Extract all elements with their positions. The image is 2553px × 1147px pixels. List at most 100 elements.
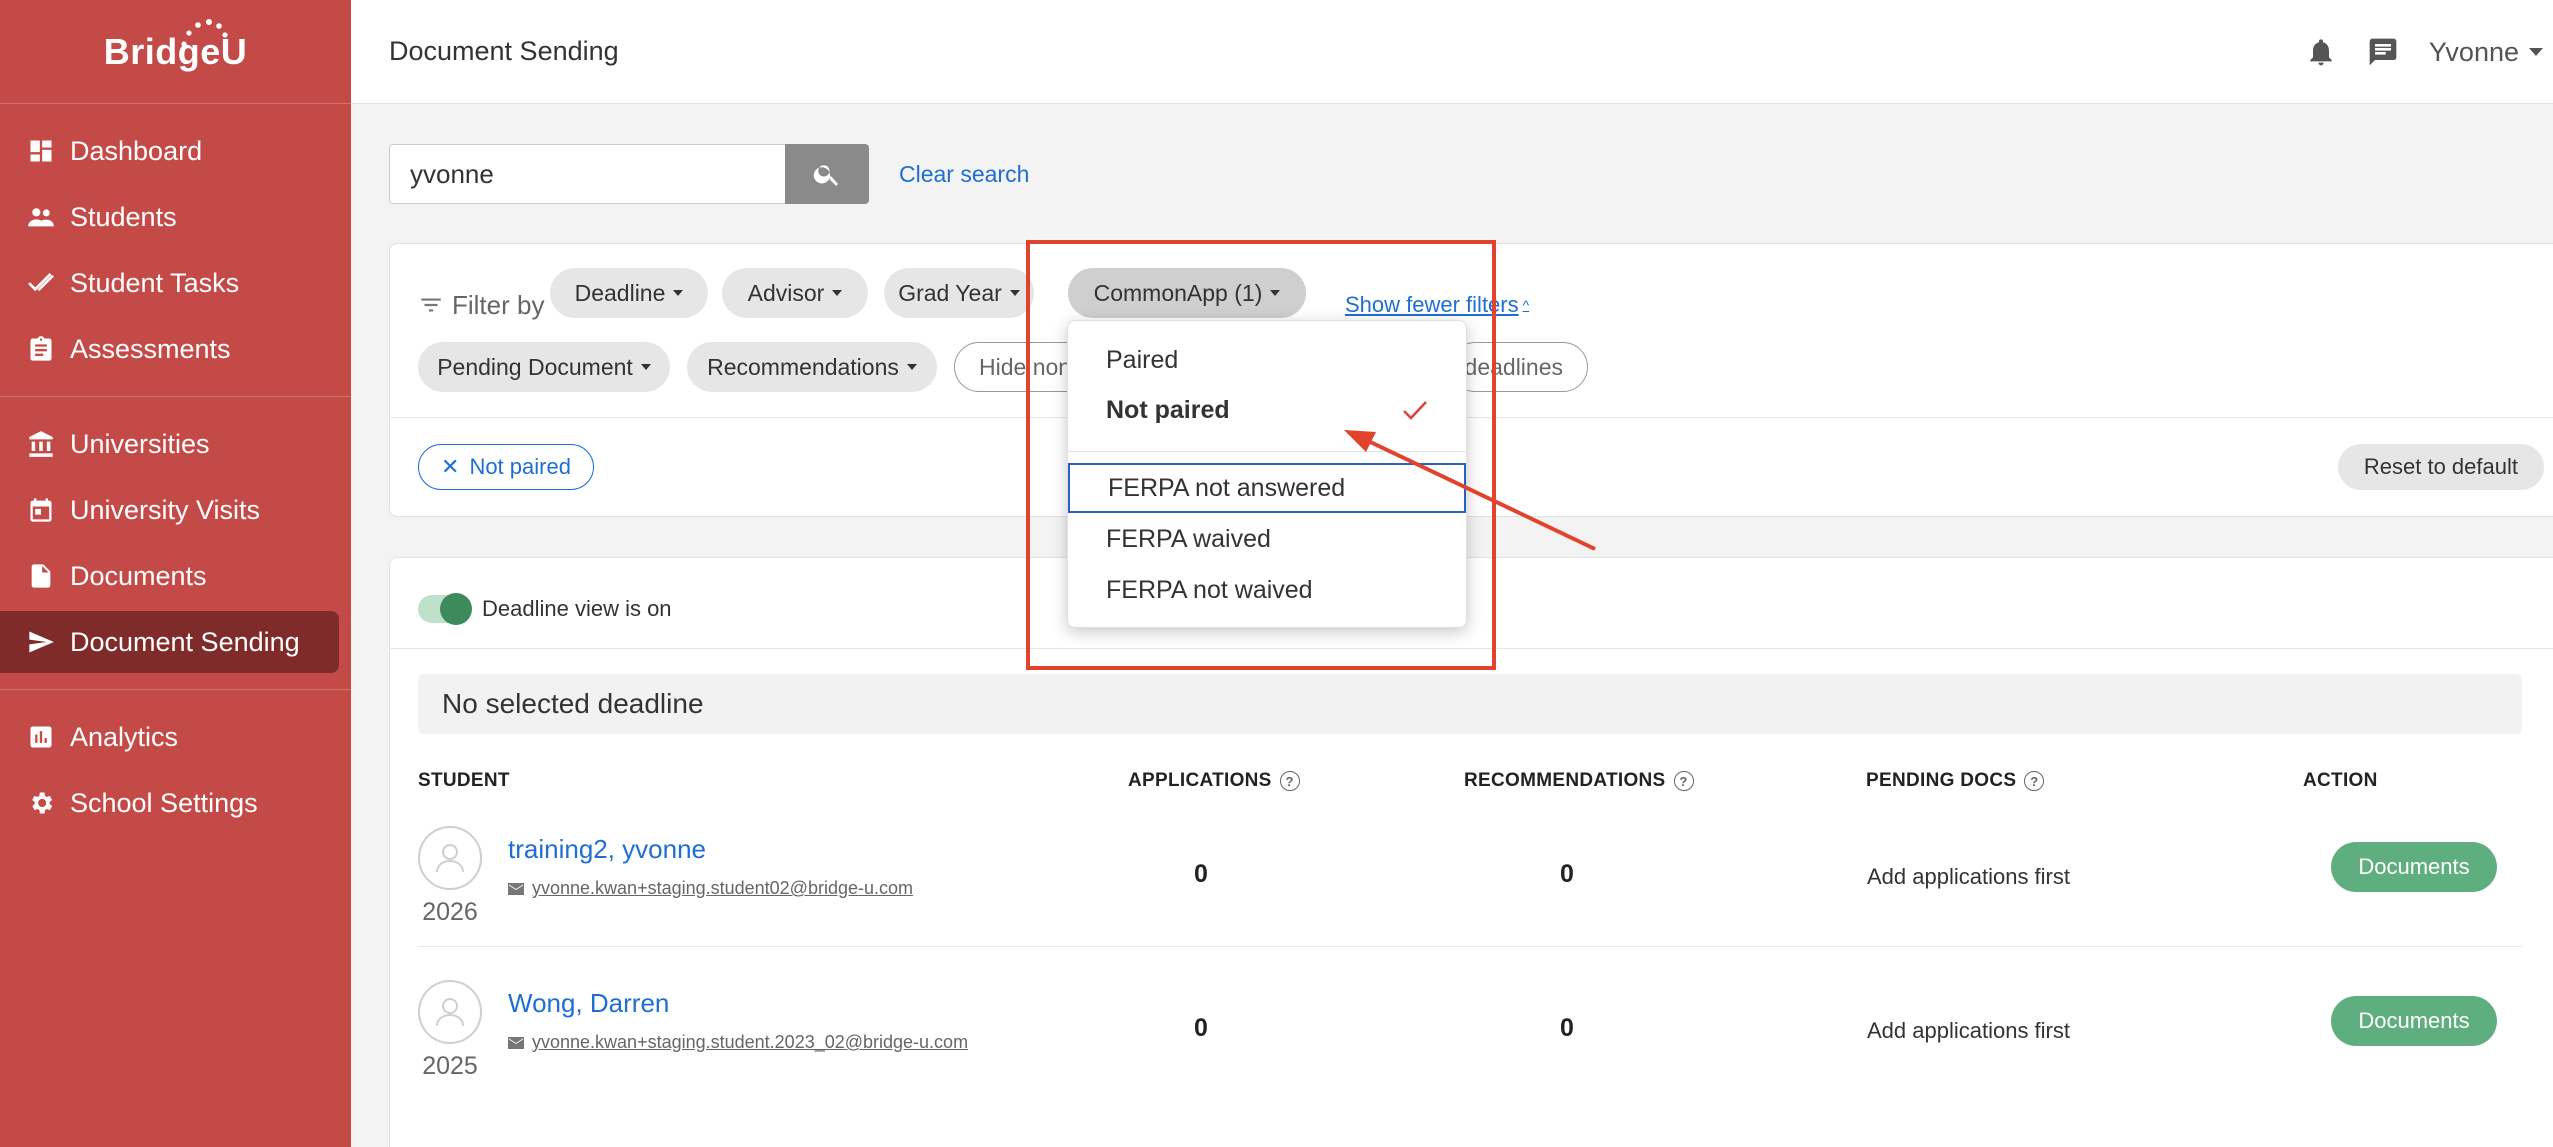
filter-chip-pending-document[interactable]: Pending Document [418, 342, 670, 392]
sidebar-item-universities[interactable]: Universities [0, 413, 339, 475]
send-icon [26, 627, 56, 657]
chip-label: Pending Document [437, 353, 633, 380]
dashboard-icon [26, 136, 56, 166]
sidebar-item-label: Analytics [70, 721, 179, 752]
grad-year: 2026 [422, 898, 478, 926]
document-icon [26, 561, 56, 591]
applications-count: 0 [1194, 860, 1208, 888]
sidebar-item-label: University Visits [70, 494, 261, 525]
active-filter-label: Not paired [469, 454, 571, 479]
annotation-highlight-box [1026, 240, 1496, 670]
sidebar-item-label: Students [70, 201, 177, 232]
help-icon[interactable]: ? [1279, 771, 1300, 791]
sidebar-item-assessments[interactable]: Assessments [0, 318, 339, 380]
student-name-link[interactable]: training2, yvonne [508, 834, 706, 865]
user-menu[interactable]: Yvonne [2429, 37, 2543, 68]
user-silhouette-icon [436, 844, 464, 873]
search-input[interactable] [389, 144, 785, 204]
close-icon[interactable]: ✕ [441, 454, 459, 480]
filter-label: Filter by [418, 280, 544, 330]
sidebar-item-label: Dashboard [70, 135, 203, 166]
sidebar-item-label: Document Sending [70, 626, 300, 657]
deadline-bar: No selected deadline [418, 674, 2522, 734]
help-icon[interactable]: ? [2024, 771, 2045, 791]
bell-icon[interactable] [2305, 36, 2337, 68]
filter-chip-grad-year[interactable]: Grad Year [884, 268, 1034, 318]
deadline-view-toggle[interactable] [418, 593, 472, 625]
sidebar-item-label: School Settings [70, 787, 258, 818]
reset-to-default-button[interactable]: Reset to default [2337, 444, 2544, 490]
sidebar-item-university-visits[interactable]: University Visits [0, 479, 339, 541]
calendar-icon [26, 495, 56, 525]
student-name-link[interactable]: Wong, Darren [508, 988, 669, 1019]
search-icon [813, 165, 838, 186]
column-header-applications: APPLICATIONS? [1128, 764, 1300, 798]
sidebar-item-document-sending[interactable]: Document Sending [0, 611, 339, 673]
sidebar-item-dashboard[interactable]: Dashboard [0, 120, 339, 182]
documents-button[interactable]: Documents [2331, 842, 2497, 892]
pending-docs-text: Add applications first [1867, 1018, 2070, 1043]
recommendations-count: 0 [1560, 860, 1574, 888]
chip-label: Grad Year [898, 279, 1002, 306]
gear-icon [26, 788, 56, 818]
caret-down-icon [906, 364, 917, 370]
message-icon[interactable] [2367, 36, 2399, 68]
search-button[interactable] [785, 144, 869, 204]
double-check-icon [26, 268, 56, 298]
sidebar-item-students[interactable]: Students [0, 186, 339, 248]
caret-down-icon [832, 290, 843, 296]
row-divider [418, 946, 2522, 947]
filter-chip-recommendations[interactable]: Recommendations [687, 342, 937, 392]
column-header-pending-docs: PENDING DOCS? [1866, 764, 2045, 798]
sidebar-item-analytics[interactable]: Analytics [0, 706, 339, 768]
column-header-label: PENDING DOCS [1866, 770, 2017, 791]
active-filter-chip[interactable]: ✕ Not paired [418, 444, 594, 490]
chip-label: Deadline [574, 279, 666, 306]
nav-group-settings: Analytics School Settings [0, 690, 351, 850]
user-silhouette-icon [436, 998, 464, 1027]
sidebar-item-school-settings[interactable]: School Settings [0, 772, 339, 834]
bar-chart-icon [26, 722, 56, 752]
page-title: Document Sending [389, 36, 619, 66]
column-header-label: STUDENT [418, 770, 510, 791]
filter-chip-advisor[interactable]: Advisor [722, 268, 868, 318]
logo[interactable]: BridgeU [0, 0, 351, 104]
column-header-recommendations: RECOMMENDATIONS? [1464, 764, 1694, 798]
student-email[interactable]: yvonne.kwan+staging.student02@bridge-u.c… [508, 878, 913, 899]
sidebar-item-student-tasks[interactable]: Student Tasks [0, 252, 339, 314]
chip-label: Recommendations [707, 353, 899, 380]
table-row: 2025 Wong, Darren yvonne.kwan+staging.st… [418, 966, 2522, 1120]
applications-count: 0 [1194, 1014, 1208, 1042]
email-text: yvonne.kwan+staging.student02@bridge-u.c… [532, 878, 914, 898]
column-header-student: STUDENT [418, 764, 510, 798]
filter-icon [421, 298, 441, 312]
logo-dots-icon [181, 19, 228, 47]
column-header-label: APPLICATIONS [1128, 770, 1272, 791]
email-text: yvonne.kwan+staging.student.2023_02@brid… [532, 1032, 969, 1052]
caret-down-icon [673, 290, 684, 296]
top-header: Document Sending Yvonne [351, 0, 2553, 104]
user-name: Yvonne [2428, 36, 2519, 67]
chip-label: Advisor [747, 279, 825, 306]
caret-down-icon [640, 364, 651, 370]
clear-search-link[interactable]: Clear search [899, 161, 1029, 188]
help-icon[interactable]: ? [1673, 771, 1694, 791]
avatar [418, 826, 482, 890]
documents-button[interactable]: Documents [2331, 996, 2497, 1046]
people-icon [26, 202, 56, 232]
toggle-label: Deadline view is on [482, 596, 672, 621]
clipboard-icon [26, 334, 56, 364]
sidebar-item-label: Universities [70, 428, 210, 459]
recommendations-count: 0 [1560, 1014, 1574, 1042]
email-icon [508, 1036, 524, 1049]
filter-chip-deadline[interactable]: Deadline [550, 268, 708, 318]
filter-label-text: Filter by [452, 289, 545, 320]
nav-group-universities: Universities University Visits Documents… [0, 397, 351, 690]
sidebar-item-label: Student Tasks [70, 267, 240, 298]
sidebar-item-label: Documents [70, 560, 207, 591]
avatar [418, 980, 482, 1044]
sidebar-item-documents[interactable]: Documents [0, 545, 339, 607]
student-email[interactable]: yvonne.kwan+staging.student.2023_02@brid… [508, 1032, 968, 1053]
deadline-view-toggle-row: Deadline view is on [418, 586, 672, 632]
pending-docs-text: Add applications first [1867, 864, 2070, 889]
